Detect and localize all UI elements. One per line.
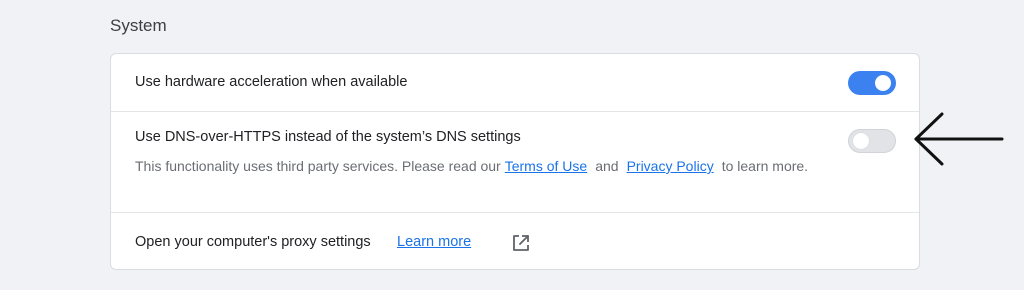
hardware-acceleration-toggle[interactable] — [848, 71, 896, 95]
dns-over-https-row: Use DNS-over-HTTPS instead of the system… — [111, 112, 919, 213]
system-settings-card: Use hardware acceleration when available… — [110, 53, 920, 270]
dns-over-https-toggle[interactable] — [848, 129, 896, 153]
left-arrow-icon — [914, 112, 1004, 166]
description-prefix: This functionality uses third party serv… — [135, 158, 501, 174]
dns-over-https-label: Use DNS-over-HTTPS instead of the system… — [135, 129, 521, 145]
learn-more-link[interactable]: Learn more — [397, 234, 471, 250]
hardware-acceleration-label: Use hardware acceleration when available — [135, 74, 408, 90]
description-suffix: to learn more. — [721, 158, 809, 174]
dns-over-https-description: This functionality uses third party serv… — [135, 154, 815, 178]
hardware-acceleration-row: Use hardware acceleration when available — [111, 54, 919, 112]
privacy-policy-link[interactable]: Privacy Policy — [627, 158, 714, 174]
terms-of-use-link[interactable]: Terms of Use — [505, 158, 587, 174]
proxy-settings-label: Open your computer's proxy settings — [135, 234, 371, 250]
section-title: System — [110, 16, 167, 35]
external-link-icon[interactable] — [510, 232, 532, 254]
toggle-knob — [853, 133, 869, 149]
proxy-settings-row[interactable]: Open your computer's proxy settings Lear… — [111, 213, 919, 270]
toggle-knob — [875, 75, 891, 91]
description-and: and — [595, 158, 619, 174]
